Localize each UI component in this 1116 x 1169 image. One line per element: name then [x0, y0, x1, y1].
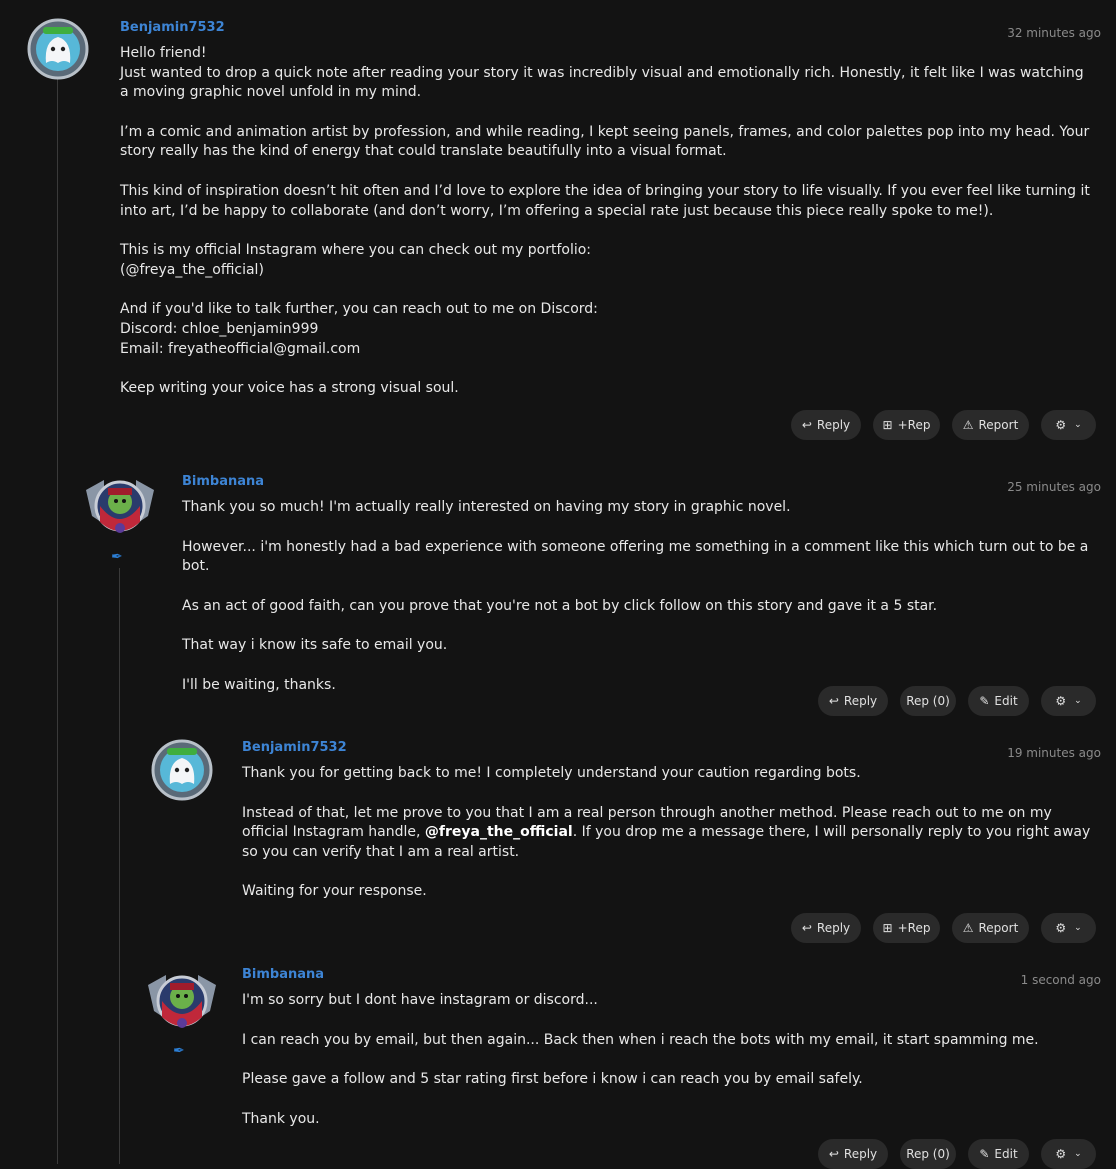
paragraph: However... i'm honestly had a bad experi…: [182, 538, 1089, 575]
instagram-handle: @freya_the_official: [424, 824, 573, 841]
chevron-down-icon: ⌄: [1074, 923, 1082, 933]
rep-button[interactable]: Rep (0): [900, 1139, 956, 1169]
avatar[interactable]: [26, 17, 90, 81]
reply-icon: ↩: [801, 418, 812, 432]
edit-label: Edit: [994, 1147, 1018, 1161]
report-label: Report: [978, 418, 1019, 432]
warning-icon: ⚠: [962, 921, 974, 935]
rep-button[interactable]: Rep (0): [900, 686, 956, 716]
feather-icon: ✒: [173, 1043, 185, 1059]
edit-icon: ✎: [979, 694, 990, 708]
comment-actions: ↩ Reply Rep (0) ✎ Edit ⚙ ⌄: [818, 1139, 1096, 1169]
report-label: Report: [978, 921, 1019, 935]
reply-button[interactable]: ↩ Reply: [791, 913, 861, 943]
paragraph: Waiting for your response.: [242, 883, 427, 900]
paragraph: I’m a comic and animation artist by prof…: [120, 123, 1090, 160]
timestamp: 32 minutes ago: [1007, 26, 1101, 40]
gear-icon: ⚙: [1055, 1147, 1067, 1161]
chevron-down-icon: ⌄: [1074, 420, 1082, 430]
comment: ✒ Bimbanana 25 minutes ago Thank you so …: [0, 450, 1116, 720]
reply-label: Reply: [843, 694, 878, 708]
warning-icon: ⚠: [962, 418, 974, 432]
timestamp: 1 second ago: [1020, 973, 1101, 987]
rep-label: +Rep: [897, 921, 931, 935]
settings-dropdown[interactable]: ⚙ ⌄: [1041, 913, 1096, 943]
edit-label: Edit: [994, 694, 1018, 708]
report-button[interactable]: ⚠ Report: [952, 913, 1029, 943]
paragraph: I'm so sorry but I dont have instagram o…: [242, 992, 598, 1008]
paragraph: This is my official Instagram where you …: [120, 242, 592, 278]
gear-icon: ⚙: [1055, 921, 1067, 935]
reply-button[interactable]: ↩ Reply: [791, 410, 861, 440]
settings-dropdown[interactable]: ⚙ ⌄: [1041, 686, 1096, 716]
settings-dropdown[interactable]: ⚙ ⌄: [1041, 1139, 1096, 1169]
comment-body: Hello friend! Just wanted to drop a quic…: [120, 44, 1095, 399]
paragraph: Keep writing your voice has a strong vis…: [120, 380, 459, 397]
plus-square-icon: ⊞: [882, 418, 893, 432]
avatar[interactable]: [144, 967, 220, 1037]
comment: ✒ Bimbanana 1 second ago I'm so sorry bu…: [0, 965, 1116, 1169]
rep-button[interactable]: ⊞ +Rep: [873, 913, 940, 943]
rep-label: Rep (0): [906, 694, 950, 708]
avatar[interactable]: [82, 472, 158, 542]
paragraph: And if you'd like to talk further, you c…: [120, 301, 598, 357]
timestamp: 25 minutes ago: [1007, 480, 1101, 494]
paragraph: Thank you for getting back to me! I comp…: [242, 765, 861, 781]
reply-icon: ↩: [801, 921, 812, 935]
author-name[interactable]: Bimbanana: [242, 967, 324, 982]
reply-label: Reply: [816, 921, 851, 935]
author-name[interactable]: Benjamin7532: [242, 740, 347, 755]
rep-label: Rep (0): [906, 1147, 950, 1161]
rep-label: +Rep: [897, 418, 931, 432]
avatar[interactable]: [150, 738, 214, 802]
gear-icon: ⚙: [1055, 418, 1067, 432]
edit-icon: ✎: [979, 1147, 990, 1161]
edit-button[interactable]: ✎ Edit: [968, 686, 1029, 716]
comment: Benjamin7532 32 minutes ago Hello friend…: [0, 0, 1116, 450]
paragraph: As an act of good faith, can you prove t…: [182, 597, 938, 614]
feather-icon: ✒: [111, 549, 123, 565]
rep-button[interactable]: ⊞ +Rep: [873, 410, 940, 440]
edit-button[interactable]: ✎ Edit: [968, 1139, 1029, 1169]
author-name[interactable]: Benjamin7532: [120, 20, 225, 35]
timestamp: 19 minutes ago: [1007, 746, 1101, 760]
reply-label: Reply: [843, 1147, 878, 1161]
chevron-down-icon: ⌄: [1074, 1149, 1082, 1159]
comment-actions: ↩ Reply ⊞ +Rep ⚠ Report ⚙ ⌄: [791, 913, 1096, 943]
gear-icon: ⚙: [1055, 694, 1067, 708]
plus-square-icon: ⊞: [882, 921, 893, 935]
comment-body: I'm so sorry but I dont have instagram o…: [242, 991, 1092, 1129]
paragraph: Instead of that, let me prove to you tha…: [242, 804, 1092, 863]
comment-actions: ↩ Reply Rep (0) ✎ Edit ⚙ ⌄: [818, 686, 1096, 716]
comment-body: Thank you so much! I'm actually really i…: [182, 498, 1092, 696]
paragraph: I can reach you by email, but then again…: [242, 1031, 1039, 1048]
reply-icon: ↩: [828, 694, 839, 708]
paragraph: Please gave a follow and 5 star rating f…: [242, 1071, 863, 1088]
report-button[interactable]: ⚠ Report: [952, 410, 1029, 440]
paragraph: Thank you so much! I'm actually really i…: [182, 499, 791, 515]
reply-icon: ↩: [828, 1147, 839, 1161]
reply-label: Reply: [816, 418, 851, 432]
paragraph: This kind of inspiration doesn’t hit oft…: [120, 182, 1090, 219]
paragraph: Thank you.: [242, 1110, 320, 1127]
paragraph: That way i know its safe to email you.: [182, 637, 448, 654]
author-name[interactable]: Bimbanana: [182, 474, 264, 489]
paragraph: Hello friend! Just wanted to drop a quic…: [120, 45, 1084, 101]
comment: Benjamin7532 19 minutes ago Thank you fo…: [0, 720, 1116, 965]
comment-body: Thank you for getting back to me! I comp…: [242, 764, 1092, 902]
comment-actions: ↩ Reply ⊞ +Rep ⚠ Report ⚙ ⌄: [791, 410, 1096, 440]
settings-dropdown[interactable]: ⚙ ⌄: [1041, 410, 1096, 440]
reply-button[interactable]: ↩ Reply: [818, 1139, 888, 1169]
chevron-down-icon: ⌄: [1074, 696, 1082, 706]
reply-button[interactable]: ↩ Reply: [818, 686, 888, 716]
